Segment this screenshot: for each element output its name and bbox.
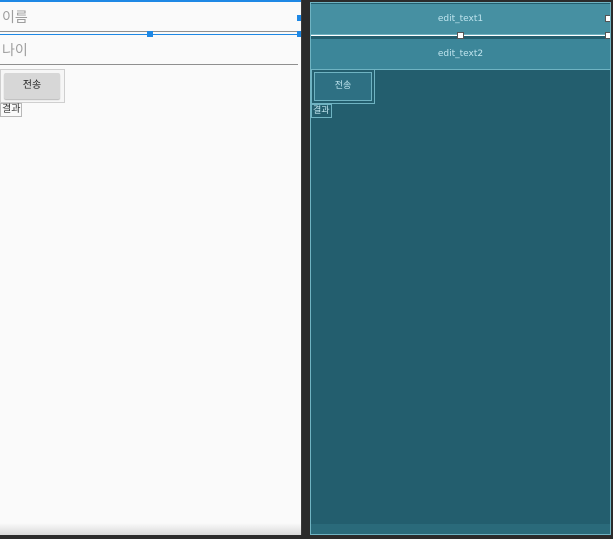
bottom-shadow — [0, 523, 301, 535]
blueprint-edit-text1[interactable]: edit_text1 — [311, 4, 610, 35]
name-edit-text[interactable]: 이름 — [0, 4, 298, 32]
selection-top-border — [0, 0, 301, 2]
send-button[interactable]: 전송 — [4, 73, 60, 99]
blueprint-edit-text2[interactable]: edit_text2 — [311, 39, 610, 70]
blueprint-send-button[interactable]: 전송 — [314, 72, 372, 101]
result-text-view[interactable]: 결과 — [0, 103, 23, 117]
blueprint-panel: edit_text1 edit_text2 전송 결과 — [310, 2, 611, 535]
blueprint-resize-handle-right[interactable] — [605, 15, 610, 22]
blueprint-resize-handle-bottom-right[interactable] — [605, 32, 610, 39]
blueprint-bottom-band — [311, 524, 610, 534]
blueprint-resize-handle-bottom[interactable] — [457, 32, 464, 39]
send-button-bounds: 전송 — [0, 69, 65, 103]
resize-handle-right[interactable] — [297, 15, 301, 21]
age-edit-text[interactable]: 나이 — [0, 37, 298, 65]
blueprint-result-text-view[interactable]: 결과 — [311, 104, 332, 118]
blueprint-send-button-bounds: 전송 — [311, 69, 375, 104]
design-preview-panel: 이름 나이 전송 결과 — [0, 0, 302, 535]
